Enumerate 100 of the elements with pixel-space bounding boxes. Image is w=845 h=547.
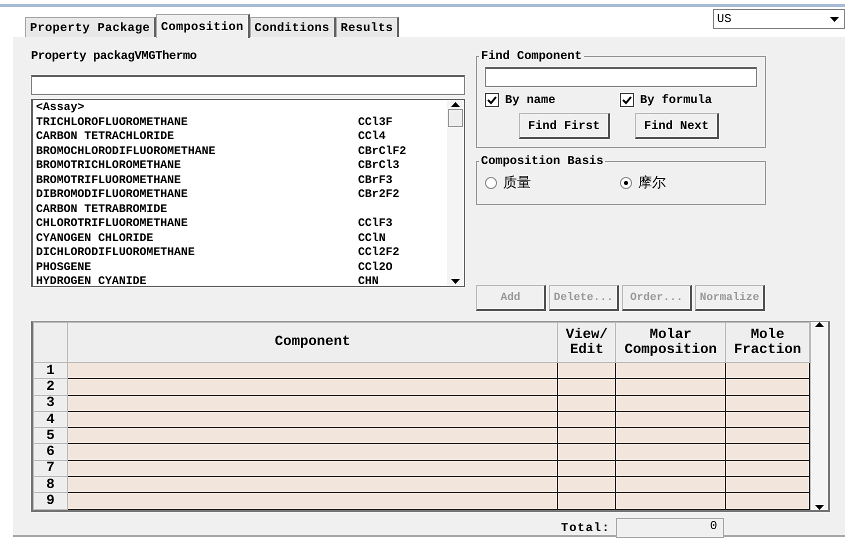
grid-cell[interactable]	[726, 395, 810, 412]
checkbox-label: By name	[505, 93, 556, 107]
grid-cell[interactable]	[67, 362, 558, 379]
grid-cell[interactable]	[558, 411, 616, 428]
grid-cell[interactable]	[558, 362, 616, 379]
component-name[interactable]: CYANOGEN CHLORIDE	[36, 232, 358, 246]
scroll-up-icon[interactable]	[451, 102, 460, 107]
grid-cell[interactable]	[726, 492, 810, 510]
component-name[interactable]: CHLOROTRIFLUOROMETHANE	[36, 217, 358, 232]
grid-cell[interactable]	[558, 492, 616, 510]
checkbox[interactable]	[485, 93, 499, 107]
component-name[interactable]: DIBROMODIFLUOROMETHANE	[36, 188, 358, 202]
find-button[interactable]: Find Next	[635, 113, 719, 139]
grid-cell[interactable]	[726, 378, 810, 396]
grid-cell[interactable]	[558, 378, 616, 396]
property-package-label: Property packagVMGThermo	[31, 49, 198, 65]
grid-cell[interactable]	[67, 492, 558, 510]
component-formula: CBrF3	[358, 174, 393, 188]
grid-cell[interactable]	[558, 476, 616, 493]
checkbox[interactable]	[620, 93, 634, 107]
grid-cell[interactable]	[616, 476, 726, 493]
tab[interactable]: Composition	[156, 14, 250, 38]
component-name[interactable]: BROMOTRICHLOROMETHANE	[36, 159, 358, 174]
component-name[interactable]: CARBON TETRACHLORIDE	[36, 130, 358, 144]
component-name[interactable]: PHOSGENE	[36, 260, 358, 275]
component-formula: CHN	[358, 275, 379, 290]
find-field[interactable]	[485, 67, 757, 87]
grid-cell[interactable]	[616, 444, 726, 460]
tab[interactable]: Conditions	[250, 17, 336, 37]
scroll-down-icon[interactable]	[451, 279, 460, 284]
grid-cell[interactable]	[616, 492, 726, 510]
grid-cell[interactable]	[67, 428, 558, 444]
units-dropdown[interactable]: US	[713, 9, 845, 29]
radio-label: 质量	[503, 174, 531, 192]
grid-cell[interactable]	[67, 460, 558, 477]
dropdown-arrow-icon[interactable]	[830, 16, 839, 22]
column-header: View/ Edit	[558, 322, 616, 362]
grid-cell[interactable]	[726, 476, 810, 493]
grid-cell[interactable]	[67, 411, 558, 428]
component-formula: CCl4	[358, 130, 386, 144]
grid-cell[interactable]	[67, 444, 558, 460]
component-name[interactable]: CARBON TETRABROMIDE	[36, 202, 358, 217]
grid-cell[interactable]	[67, 476, 558, 493]
grid-cell[interactable]	[616, 460, 726, 477]
row-header: 2	[34, 378, 68, 396]
grid-cell[interactable]	[558, 395, 616, 412]
component-name[interactable]: BROMOTRIFLUOROMETHANE	[36, 174, 358, 188]
total-label: Total:	[561, 520, 610, 535]
check-icon	[487, 96, 497, 104]
row-header: 3	[34, 395, 68, 412]
row-header: 7	[34, 460, 68, 477]
find-button[interactable]: Find First	[519, 113, 610, 139]
column-header: Component	[67, 322, 558, 362]
row-header: 1	[34, 362, 68, 379]
grid-cell[interactable]	[558, 444, 616, 460]
grid-cell[interactable]	[616, 362, 726, 379]
grid-cell[interactable]	[726, 362, 810, 379]
grid-cell[interactable]	[616, 428, 726, 444]
grid-cell[interactable]	[67, 395, 558, 412]
component-formula: CClN	[358, 232, 386, 246]
radio-button[interactable]	[620, 177, 632, 189]
scrollbar-thumb[interactable]	[448, 109, 463, 127]
component-search-field[interactable]	[31, 75, 465, 95]
row-header: 9	[34, 492, 68, 510]
component-formula: CCl2O	[358, 260, 393, 275]
component-list[interactable]	[31, 99, 465, 287]
radio-label: 摩尔	[638, 174, 666, 192]
grid-cell[interactable]	[616, 395, 726, 412]
total-field: 0	[616, 518, 724, 538]
group-title: Composition Basis	[480, 154, 604, 168]
grid-cell[interactable]	[558, 460, 616, 477]
grid-cell[interactable]	[616, 378, 726, 396]
grid-cell[interactable]	[726, 428, 810, 444]
scroll-down-icon[interactable]	[815, 504, 824, 510]
checkbox-label: By formula	[640, 93, 712, 107]
grid-cell[interactable]	[67, 378, 558, 396]
component-formula: CCl3F	[358, 116, 393, 130]
grid-cell[interactable]	[616, 411, 726, 428]
grid-cell[interactable]	[726, 444, 810, 460]
component-name[interactable]: HYDROGEN CYANIDE	[36, 275, 358, 290]
check-icon	[622, 96, 632, 104]
component-name[interactable]: BROMOCHLORODIFLUOROMETHANE	[36, 144, 358, 159]
component-formula: CBrClF2	[358, 144, 406, 159]
grid-cell[interactable]	[726, 460, 810, 477]
tab[interactable]: Property Package	[25, 17, 156, 37]
component-name[interactable]: DICHLORODIFLUOROMETHANE	[36, 246, 358, 260]
grid-cell[interactable]	[558, 428, 616, 444]
row-header: 6	[34, 444, 68, 460]
column-header: Mole Fraction	[726, 322, 810, 362]
row-header: 8	[34, 476, 68, 493]
component-formula: CCl2F2	[358, 246, 400, 260]
radio-button[interactable]	[485, 177, 497, 189]
component-name[interactable]: TRICHLOROFLUOROMETHANE	[36, 116, 358, 130]
corner-cell	[34, 322, 68, 362]
scroll-up-icon[interactable]	[815, 322, 824, 327]
tab[interactable]: Results	[336, 17, 400, 37]
row-header: 5	[34, 428, 68, 444]
component-formula: CBr2F2	[358, 188, 400, 202]
component-name[interactable]: <Assay>	[36, 101, 358, 116]
grid-cell[interactable]	[726, 411, 810, 428]
